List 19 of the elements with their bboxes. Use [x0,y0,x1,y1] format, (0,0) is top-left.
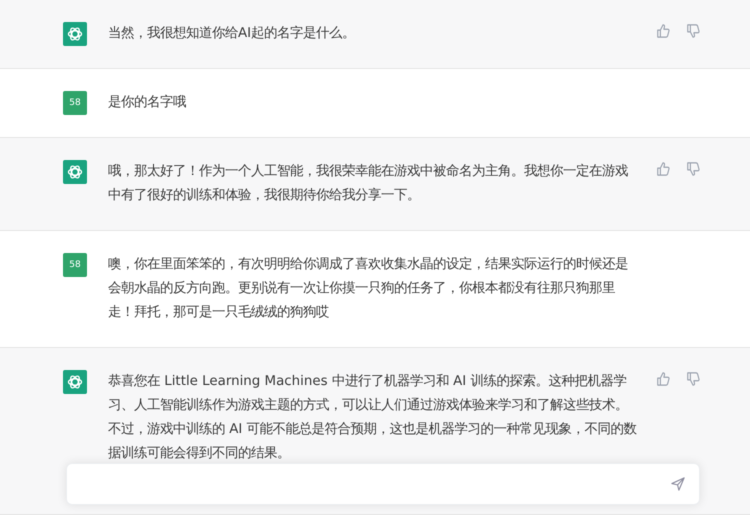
send-icon [671,477,685,491]
assistant-avatar-icon [63,370,87,394]
thumbs-down-icon[interactable] [686,162,700,176]
send-button[interactable] [669,475,687,493]
message-text: 噢，你在里面笨笨的，有次明明给你调成了喜欢收集水晶的设定，结果实际运行的时候还是会朝水晶的反方向跑。更别说有一次让你摸一只狗的任务了，你根本都没有往那只狗那里走！拜托，那可是一只毛绒绒的狗狗哎 [108,256,629,322]
message-text: 恭喜您在 Little Learning Machines 中进行了机器学习和 AI 训练的探索。这种把机器学习、人工智能训练作为游戏主题的方式，可以让人们通过游戏体验来学习和了解这些技术。不过，游戏中训练的 AI 可能不能总是符合预期，这也是机器学习的一种常见现象，不同的数据训练可能会得到不同的结果。 [108,372,638,463]
user-avatar: 58 [63,91,87,115]
message-input-field[interactable] [66,463,700,505]
thumbs-up-icon[interactable] [656,162,670,176]
thumbs-down-icon[interactable] [686,24,700,38]
thumbs-up-icon[interactable] [656,24,670,38]
message-text: 当然，我很想知道你给AI起的名字是什么。 [108,24,356,43]
user-avatar: 58 [63,253,87,277]
assistant-avatar-icon [63,160,87,184]
message-text: 哦，那太好了！作为一个人工智能，我很荣幸能在游戏中被命名为主角。我想你一定在游戏中有了很好的训练和体验，我很期待你给我分享一下。 [108,162,629,205]
message-text: 是你的名字哦 [108,94,187,112]
thumbs-up-icon[interactable] [656,372,670,386]
thumbs-down-icon[interactable] [686,372,700,386]
assistant-avatar-icon [63,22,87,46]
